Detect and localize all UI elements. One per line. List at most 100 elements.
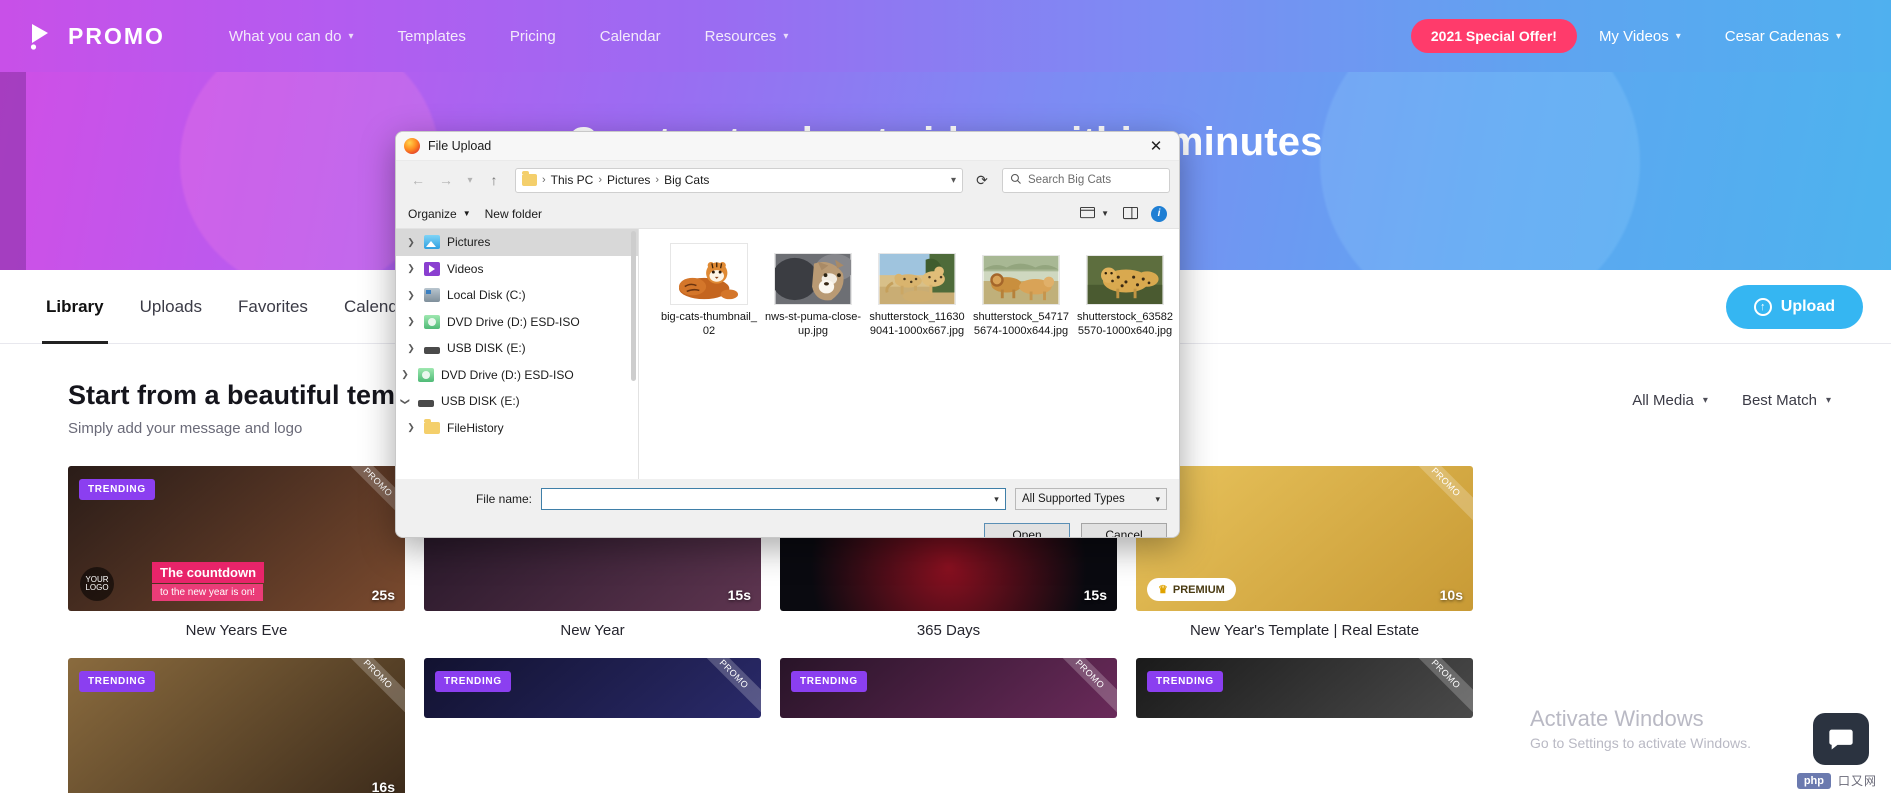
breadcrumb-sep: ›	[542, 174, 546, 186]
upload-button[interactable]: ↑ Upload	[1725, 284, 1863, 329]
nav-item-templates[interactable]: Templates	[376, 28, 488, 45]
breadcrumb-big-cats[interactable]: Big Cats	[664, 173, 709, 187]
view-chevron-down-icon[interactable]: ▼	[1101, 209, 1109, 218]
file-name-input[interactable]	[547, 492, 983, 506]
tree-item-filehistory[interactable]: ❯ FileHistory	[396, 415, 638, 442]
tree-item-dvd-drive-d[interactable]: ❯ DVD Drive (D:) ESD-ISO	[396, 309, 638, 336]
view-layout-icon[interactable]	[1076, 204, 1098, 224]
dialog-toolbar: Organize ▼ New folder ▼ i	[396, 199, 1179, 229]
filter-bar: All Media ▾ Best Match ▾	[1632, 392, 1831, 409]
breadcrumb[interactable]: › This PC › Pictures › Big Cats ▾	[515, 167, 963, 193]
file-name-input-wrap[interactable]	[541, 488, 989, 510]
brand-logo[interactable]: PROMO	[28, 21, 165, 51]
php-badge: php	[1796, 772, 1831, 789]
filter-best-match[interactable]: Best Match ▾	[1742, 392, 1831, 409]
tree-item-local-disk-c[interactable]: ❯ Local Disk (C:)	[396, 282, 638, 309]
nav-item-pricing[interactable]: Pricing	[488, 28, 578, 45]
file-item[interactable]: shutterstock_547175674-1000x644.jpg	[969, 243, 1073, 338]
chevron-right-icon[interactable]: ❯	[405, 290, 417, 301]
duration-label: 16s	[371, 779, 395, 793]
toolbar-right: ▼ i	[1076, 204, 1167, 224]
corner-ribbon: PROMO	[1401, 658, 1473, 718]
account-menu[interactable]: Cesar Cadenas ▾	[1703, 28, 1863, 45]
logo-placeholder-icon: YOUR LOGO	[80, 567, 114, 601]
file-upload-dialog: File Upload ✕ ← → ▾ ↑ › This PC › Pictur…	[395, 131, 1180, 538]
close-icon[interactable]: ✕	[1141, 134, 1171, 158]
open-button[interactable]: Open	[984, 523, 1070, 537]
tab-favorites[interactable]: Favorites	[220, 270, 326, 344]
chevron-down-icon: ▼	[462, 209, 471, 218]
organize-button[interactable]: Organize ▼	[408, 207, 485, 221]
template-card[interactable]: PROMO ♛ PREMIUM 10s New Year's Template …	[1136, 466, 1473, 639]
refresh-icon[interactable]: ⟳	[970, 168, 994, 192]
arrow-up-icon[interactable]: ↑	[481, 167, 507, 193]
file-name: big-cats-thumbnail_02	[661, 311, 757, 337]
tree-item-label: Local Disk (C:)	[447, 288, 526, 303]
chevron-right-icon[interactable]: ❯	[405, 316, 417, 327]
chevron-right-icon[interactable]: ❯	[405, 263, 417, 274]
chevron-right-icon[interactable]: ❯	[405, 422, 417, 433]
file-item[interactable]: shutterstock_635825570-1000x640.jpg	[1073, 243, 1177, 338]
tree-item-label: DVD Drive (D:) ESD-ISO	[441, 367, 574, 382]
special-offer-button[interactable]: 2021 Special Offer!	[1410, 19, 1577, 53]
chevron-down-icon: ▾	[783, 30, 789, 42]
tree-item-usb-disk-e[interactable]: ❯ USB DISK (E:)	[396, 335, 638, 362]
tree-item-usb-disk-e-2[interactable]: ❯ USB DISK (E:)	[396, 388, 638, 415]
template-card[interactable]: TRENDING PROMO	[1136, 658, 1473, 793]
arrow-right-icon[interactable]: →	[433, 167, 459, 193]
leopard-thumbnail-icon	[1086, 255, 1164, 305]
nav-item-what-you-can-do[interactable]: What you can do ▾	[207, 28, 376, 45]
file-thumbnail	[669, 243, 749, 305]
tree-item-pictures[interactable]: ❯ Pictures	[396, 229, 638, 256]
arrow-left-icon[interactable]: ←	[405, 167, 431, 193]
chevron-down-icon: ▾	[1835, 30, 1841, 42]
corner-ribbon: PROMO	[689, 658, 761, 718]
template-card[interactable]: TRENDING PROMO YOUR LOGO The countdown to…	[68, 466, 405, 639]
file-name-label: File name:	[475, 492, 532, 506]
php-watermark: php 口又网	[1796, 772, 1877, 789]
nav-item-calendar[interactable]: Calendar	[578, 28, 683, 45]
duration-label: 25s	[371, 587, 395, 603]
tiger-thumbnail-icon	[670, 243, 748, 305]
recent-locations-icon[interactable]: ▾	[461, 167, 479, 193]
nav-item-my-videos[interactable]: My Videos ▾	[1577, 28, 1703, 45]
chevron-down-icon[interactable]: ▾	[951, 175, 956, 186]
chevron-right-icon[interactable]: ❯	[405, 237, 417, 248]
upload-arrow-icon: ↑	[1753, 297, 1772, 316]
file-item[interactable]: nws-st-puma-close-up.jpg	[761, 243, 865, 338]
cancel-button[interactable]: Cancel	[1081, 523, 1167, 537]
template-card[interactable]: TRENDING PROMO	[780, 658, 1117, 793]
file-type-select[interactable]: All Supported Types ▾	[1015, 488, 1167, 510]
preview-pane-icon[interactable]	[1119, 204, 1141, 224]
file-name-dropdown-icon[interactable]: ▾	[988, 488, 1006, 510]
tree-scrollbar[interactable]	[631, 231, 636, 381]
main-nav: What you can do ▾ Templates Pricing Cale…	[207, 28, 810, 45]
file-type-label: All Supported Types	[1022, 493, 1125, 505]
search-box[interactable]	[1002, 167, 1170, 193]
firefox-icon	[404, 138, 420, 154]
template-thumbnail: PROMO ♛ PREMIUM 10s	[1136, 466, 1473, 611]
breadcrumb-pictures[interactable]: Pictures	[607, 173, 650, 187]
new-folder-button[interactable]: New folder	[485, 207, 556, 221]
file-thumbnail	[1085, 243, 1165, 305]
trending-badge: TRENDING	[791, 671, 867, 692]
chevron-down-icon[interactable]: ❯	[400, 395, 411, 407]
chevron-right-icon[interactable]: ❯	[399, 369, 411, 380]
file-item[interactable]: big-cats-thumbnail_02	[657, 243, 761, 338]
template-card[interactable]: TRENDING PROMO 16s New Year's Day	[68, 658, 405, 793]
tree-item-videos[interactable]: ❯ Videos	[396, 256, 638, 283]
file-name: shutterstock_547175674-1000x644.jpg	[973, 311, 1070, 337]
breadcrumb-this-pc[interactable]: This PC	[551, 173, 594, 187]
dialog-title: File Upload	[428, 139, 492, 153]
chevron-right-icon[interactable]: ❯	[405, 343, 417, 354]
filter-all-media[interactable]: All Media ▾	[1632, 392, 1708, 409]
nav-item-resources[interactable]: Resources ▾	[683, 28, 811, 45]
tab-library[interactable]: Library	[28, 270, 122, 344]
tree-item-dvd-drive-d-2[interactable]: ❯ DVD Drive (D:) ESD-ISO	[396, 362, 638, 389]
tab-uploads[interactable]: Uploads	[122, 270, 220, 344]
template-card[interactable]: TRENDING PROMO	[424, 658, 761, 793]
chat-widget-button[interactable]	[1813, 713, 1869, 765]
help-info-icon[interactable]: i	[1151, 205, 1167, 222]
search-input[interactable]	[1028, 174, 1162, 186]
file-item[interactable]: shutterstock_116309041-1000x667.jpg	[865, 243, 969, 338]
